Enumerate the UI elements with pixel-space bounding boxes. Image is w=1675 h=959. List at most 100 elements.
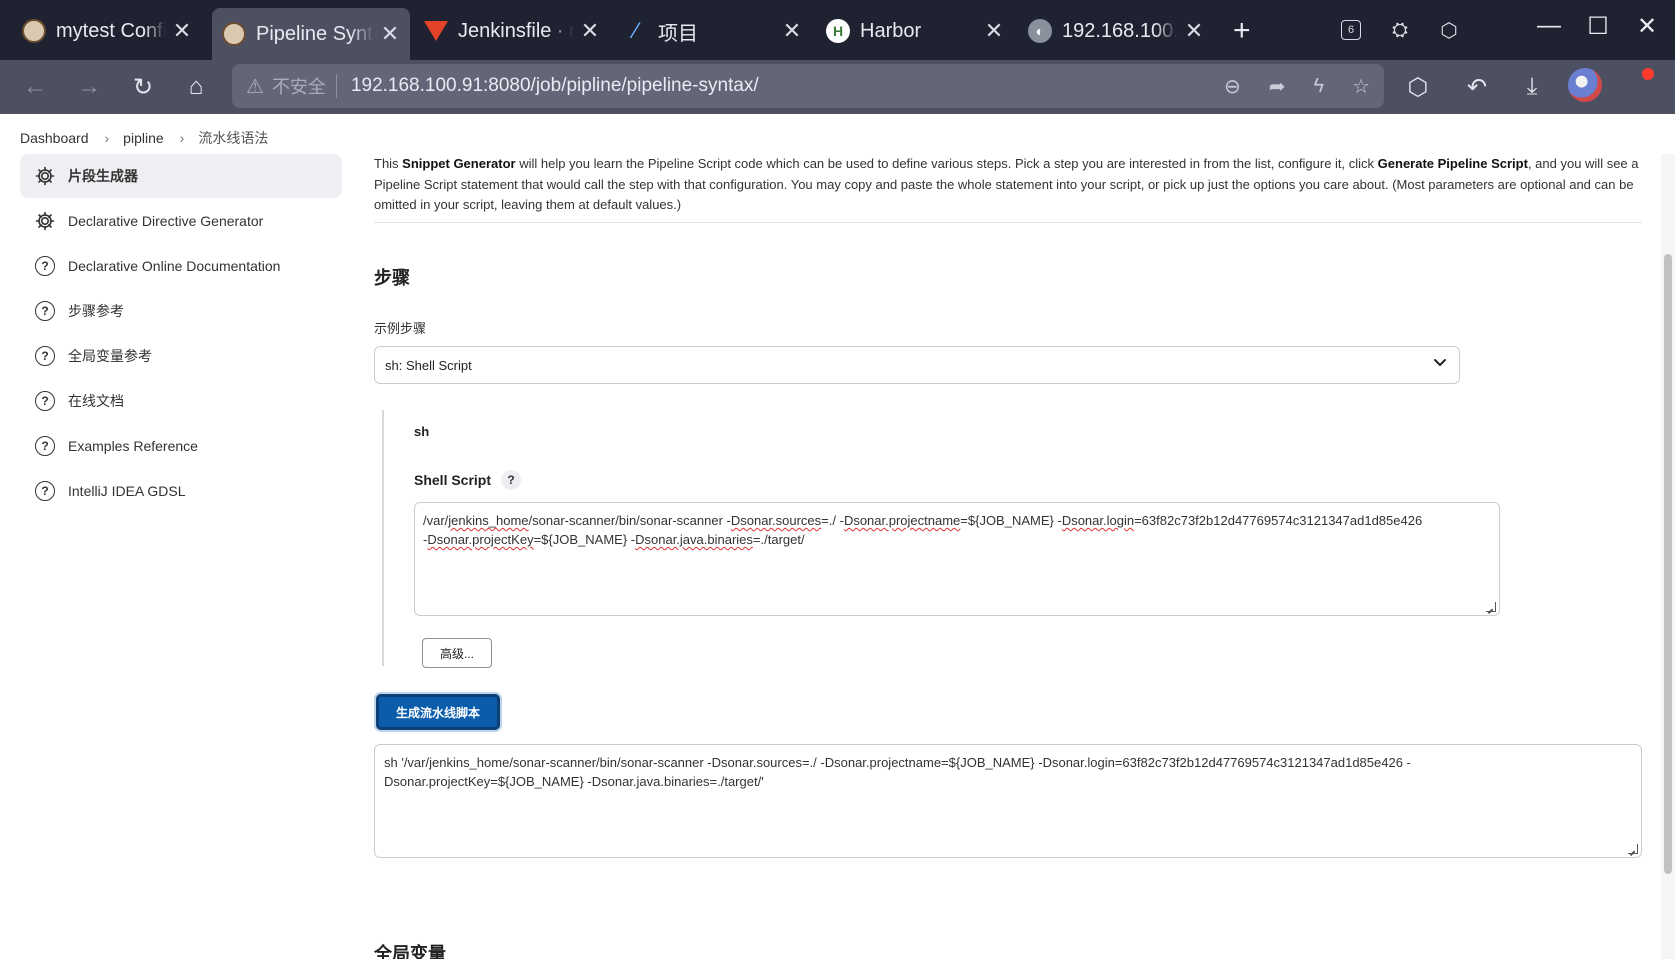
sidebar-item-declarative-directive-generator[interactable]: Declarative Directive Generator bbox=[20, 199, 342, 243]
generated-script-textarea[interactable]: sh '/var/jenkins_home/sonar-scanner/bin/… bbox=[374, 744, 1642, 858]
close-icon[interactable]: ✕ bbox=[380, 21, 400, 47]
script-text: Dsonar.login bbox=[1061, 513, 1135, 528]
script-text: =${JOB_NAME} - bbox=[960, 513, 1062, 528]
script-text: /sonar-scanner/bin/sonar-scanner - bbox=[528, 513, 731, 528]
star-icon[interactable]: ☆ bbox=[1352, 74, 1370, 99]
forward-button[interactable]: → bbox=[74, 72, 104, 102]
harbor-icon: H bbox=[826, 19, 850, 43]
help-circle-icon: ? bbox=[34, 390, 56, 412]
new-tab-button[interactable]: + bbox=[1233, 14, 1251, 48]
resize-handle-icon[interactable] bbox=[1486, 602, 1496, 612]
sidebar-item-label: 全局变量参考 bbox=[68, 348, 152, 364]
tab-harbor[interactable]: H Harbor ✕ bbox=[816, 10, 1014, 52]
sidebar-item-intellij-gdsl[interactable]: ? IntelliJ IDEA GDSL bbox=[20, 469, 342, 513]
script-text: Dsonar.projectKey bbox=[427, 532, 534, 547]
close-icon[interactable]: ✕ bbox=[984, 18, 1004, 44]
generate-pipeline-script-button[interactable]: 生成流水线脚本 bbox=[376, 694, 500, 730]
download-icon[interactable]: ⤓ bbox=[1517, 72, 1547, 102]
minimize-button[interactable]: — bbox=[1534, 12, 1564, 40]
breadcrumb-pipeline-syntax[interactable]: 流水线语法 bbox=[198, 128, 268, 148]
reload-button[interactable]: ↻ bbox=[128, 72, 158, 102]
generated-script-line: sh '/var/jenkins_home/sonar-scanner/bin/… bbox=[384, 755, 1411, 770]
close-icon[interactable]: ✕ bbox=[172, 18, 192, 44]
global-variables-heading: 全局变量 bbox=[374, 944, 446, 959]
lightning-icon[interactable]: ϟ bbox=[1313, 75, 1324, 98]
address-bar[interactable]: ⚠ 不安全 192.168.100.91:8080/job/pipline/pi… bbox=[232, 64, 1384, 108]
help-circle-icon: ? bbox=[34, 300, 56, 322]
maximize-button[interactable]: ☐ bbox=[1583, 12, 1613, 41]
share-icon[interactable]: ➦ bbox=[1269, 74, 1286, 99]
script-text: jenkins_home bbox=[448, 513, 529, 528]
scrollbar-thumb[interactable] bbox=[1664, 254, 1672, 874]
globe-icon: ◐ bbox=[1028, 19, 1052, 43]
close-icon[interactable]: ✕ bbox=[1184, 18, 1204, 44]
sidebar-item-label: 步骤参考 bbox=[68, 303, 124, 319]
breadcrumb-dashboard[interactable]: Dashboard bbox=[20, 130, 89, 146]
browser-window: mytest Config ✕ Pipeline Syntax ✕ Jenkin… bbox=[0, 0, 1675, 959]
script-text: /var/ bbox=[423, 513, 449, 528]
tab-jenkinsfile[interactable]: Jenkinsfile · m ✕ bbox=[414, 10, 610, 52]
scrollbar[interactable] bbox=[1661, 154, 1675, 959]
intro-bold-generate-script: Generate Pipeline Script bbox=[1377, 156, 1528, 171]
tab-title: 192.168.100.9 bbox=[1062, 19, 1178, 42]
help-circle-icon: ? bbox=[34, 255, 56, 277]
tab-count-icon[interactable]: 6 bbox=[1337, 16, 1365, 44]
script-text: =./target/ bbox=[752, 532, 805, 547]
undo-icon[interactable]: ↶ bbox=[1462, 72, 1492, 102]
gitlab-icon bbox=[424, 19, 448, 43]
close-icon[interactable]: ✕ bbox=[782, 18, 802, 44]
intro-text-part: This bbox=[374, 156, 403, 171]
breadcrumb-pipline[interactable]: pipline bbox=[123, 130, 163, 146]
sidebar-item-steps-reference[interactable]: ? 步骤参考 bbox=[20, 289, 342, 333]
close-icon[interactable]: ✕ bbox=[580, 18, 600, 44]
extensions-icon[interactable]: ⬡ bbox=[1403, 72, 1433, 102]
sidebar: 片段生成器 Declarative Directive Generator ? … bbox=[20, 154, 342, 514]
resize-handle-icon[interactable] bbox=[1628, 844, 1638, 854]
intro-text: This Snippet Generator will help you lea… bbox=[374, 154, 1642, 223]
avatar[interactable] bbox=[1568, 68, 1602, 102]
tab-pipeline-syntax[interactable]: Pipeline Syntax ✕ bbox=[212, 8, 410, 60]
extension-icon[interactable]: ⬡ bbox=[1435, 16, 1463, 44]
advanced-button[interactable]: 高级... bbox=[422, 638, 492, 668]
jenkins-icon bbox=[222, 22, 246, 46]
back-button[interactable]: ← bbox=[20, 72, 50, 102]
zoom-icon[interactable]: ⊖ bbox=[1224, 74, 1241, 99]
sidebar-item-label: Examples Reference bbox=[68, 438, 198, 454]
steps-heading: 步骤 bbox=[374, 268, 410, 288]
gear-icon bbox=[34, 165, 56, 187]
sidebar-item-examples-reference[interactable]: ? Examples Reference bbox=[20, 424, 342, 468]
sample-step-select[interactable]: sh: Shell Script bbox=[374, 346, 1460, 384]
tab-title: 项目 bbox=[658, 22, 698, 45]
tab-strip: mytest Config ✕ Pipeline Syntax ✕ Jenkin… bbox=[0, 0, 1675, 60]
help-circle-icon: ? bbox=[34, 480, 56, 502]
generated-script-line: Dsonar.projectKey=${JOB_NAME} -Dsonar.ja… bbox=[384, 774, 764, 789]
tab-mytest-config[interactable]: mytest Config ✕ bbox=[12, 10, 202, 52]
tab-project[interactable]: ⁄ 项目 ✕ bbox=[614, 10, 812, 52]
sample-step-label: 示例步骤 bbox=[374, 321, 427, 336]
sidebar-item-label: Declarative Online Documentation bbox=[68, 258, 281, 274]
url-text[interactable]: 192.168.100.91:8080/job/pipline/pipeline… bbox=[351, 75, 1196, 97]
script-text: =${JOB_NAME} - bbox=[533, 532, 636, 547]
script-text: =63f82c73f2b12d47769574c3121347ad1d85e42… bbox=[1134, 513, 1423, 528]
address-separator bbox=[335, 74, 337, 98]
tab-ip[interactable]: ◐ 192.168.100.9 ✕ bbox=[1018, 10, 1214, 52]
sidebar-item-global-variables-reference[interactable]: ? 全局变量参考 bbox=[20, 334, 342, 378]
shell-script-label: Shell Script ? bbox=[414, 470, 522, 490]
gear-icon bbox=[34, 210, 56, 232]
help-icon[interactable]: ? bbox=[501, 470, 522, 490]
script-text: =./ - bbox=[821, 513, 844, 528]
close-window-button[interactable]: ✕ bbox=[1632, 12, 1662, 41]
step-name: sh bbox=[414, 424, 430, 439]
sidebar-item-label: 片段生成器 bbox=[68, 168, 138, 184]
sidebar-item-online-docs[interactable]: ? 在线文档 bbox=[20, 379, 342, 423]
tab-title: Jenkinsfile · m bbox=[458, 19, 574, 42]
main-content: This Snippet Generator will help you lea… bbox=[374, 154, 1642, 959]
sidebar-item-declarative-online-docs[interactable]: ? Declarative Online Documentation bbox=[20, 244, 342, 288]
script-text: Dsonar.projectname bbox=[843, 513, 961, 528]
sidebar-item-snippet-generator[interactable]: 片段生成器 bbox=[20, 154, 342, 198]
breadcrumb: Dashboard › pipline › 流水线语法 bbox=[20, 128, 268, 148]
tab-count-badge: 6 bbox=[1341, 20, 1361, 40]
home-button[interactable]: ⌂ bbox=[181, 72, 211, 102]
shell-script-textarea[interactable]: /var/jenkins_home/sonar-scanner/bin/sona… bbox=[414, 502, 1500, 616]
incognito-icon[interactable]: ⛭ bbox=[1386, 16, 1414, 44]
